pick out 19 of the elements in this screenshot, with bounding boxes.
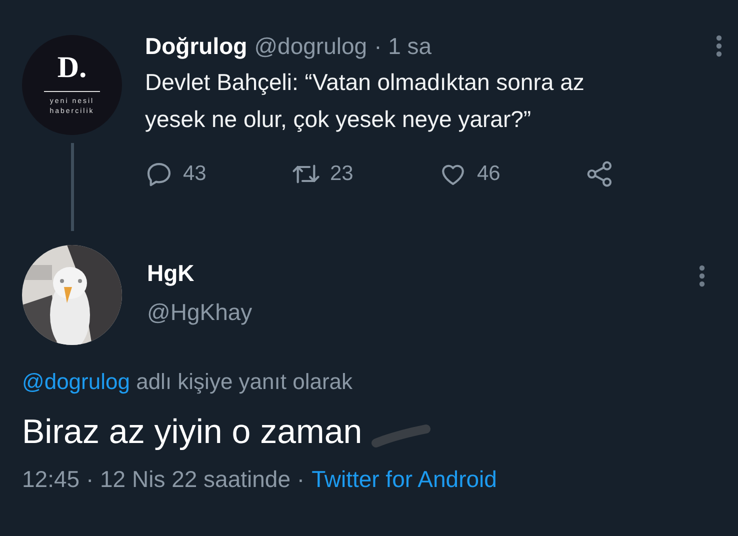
tweet-time: · 1 sa [374, 32, 432, 60]
author-handle[interactable]: @dogrulog [254, 32, 368, 60]
logo-letter: D. [57, 53, 87, 83]
action-count: 23 [330, 162, 354, 186]
action-count: 46 [477, 162, 500, 186]
mention-link[interactable]: @dogrulog [22, 369, 130, 394]
tweet-text: Biraz az yiyin o zaman [22, 413, 362, 452]
more-icon[interactable] [716, 35, 722, 57]
tweet-text: Devlet Bahçeli: “Vatan olmadıktan sonra az yesek ne olur, çok yesek neye yarar?” [145, 68, 586, 134]
more-icon[interactable] [699, 265, 705, 287]
author-name[interactable]: HgK [147, 260, 252, 287]
share-icon[interactable] [586, 160, 614, 188]
source-link[interactable]: Twitter for Android [312, 466, 497, 493]
action-count: 43 [183, 162, 206, 186]
reply-icon[interactable] [145, 160, 173, 188]
reply-context: @dogrulog adlı kişiye yanıt olarak [22, 369, 354, 395]
tweet-timestamp: 12:45 · 12 Nis 22 saatinde · [22, 466, 305, 493]
author-handle[interactable]: @HgKhay [147, 299, 252, 326]
author-name[interactable]: Doğrulog [145, 32, 248, 60]
